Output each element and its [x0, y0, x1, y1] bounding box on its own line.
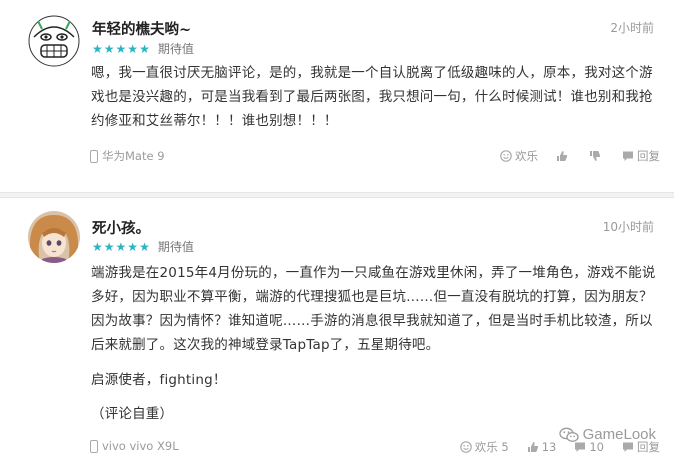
avatar[interactable] — [28, 15, 80, 67]
watermark-text: GameLook — [582, 426, 656, 443]
star-icon: ★ — [127, 239, 139, 254]
review-actions: 欢乐 回复 — [482, 148, 660, 164]
downvote-button[interactable] — [589, 150, 604, 162]
smiley-icon — [500, 150, 512, 162]
review-text: 端游我是在2015年4月份玩的，一直作为一只咸鱼在游戏里休闲，弄了一堆角色，游戏… — [91, 265, 656, 353]
upvote-count: 13 — [541, 440, 557, 454]
username[interactable]: 年轻的樵夫哟~ — [92, 18, 191, 39]
avatar[interactable] — [28, 211, 80, 263]
thumb-down-icon — [590, 151, 601, 161]
reply-label: 回复 — [637, 149, 660, 163]
review-footer: 华为Mate 9 欢乐 回复 — [90, 148, 660, 168]
funny-label: 欢乐 5 — [474, 440, 509, 454]
review-card: 年轻的樵夫哟~ 2小时前 ★ ★ ★ ★ ★ 期待值 嗯，我一直很讨厌无脑评论，… — [0, 0, 674, 192]
star-icon: ★ — [103, 239, 115, 254]
funny-button[interactable]: 欢乐 5 — [459, 439, 509, 455]
review-text: 启源使者，fighting！ — [91, 372, 227, 388]
watermark: GameLook — [558, 426, 656, 443]
smiley-icon — [459, 441, 472, 453]
funny-label: 欢乐 — [515, 149, 538, 163]
star-icon: ★ — [139, 239, 150, 254]
star-icon: ★ — [92, 239, 103, 254]
thumb-up-icon — [557, 151, 568, 161]
username[interactable]: 死小孩。 — [92, 217, 150, 238]
rating: ★ ★ ★ ★ ★ 期待值 — [92, 238, 194, 255]
phone-icon — [90, 439, 98, 453]
device-name: vivo vivo X9L — [102, 439, 179, 453]
reply-button[interactable]: 回复 — [622, 148, 660, 164]
star-icon: ★ — [127, 41, 139, 56]
device-name: 华为Mate 9 — [102, 149, 165, 163]
funny-button[interactable]: 欢乐 — [500, 148, 538, 164]
review-text: （评论自重） — [91, 406, 174, 422]
star-icon: ★ — [115, 41, 127, 56]
wechat-icon — [558, 427, 579, 442]
rating-label: 期待值 — [157, 240, 194, 254]
star-icon: ★ — [103, 41, 115, 56]
comment-icon — [623, 151, 633, 161]
star-icon: ★ — [115, 239, 127, 254]
review-card: 死小孩。 10小时前 ★ ★ ★ ★ ★ 期待值 端游我是在2015年4月份玩的… — [0, 198, 674, 464]
device-info: 华为Mate 9 — [90, 148, 165, 164]
phone-icon — [90, 149, 98, 163]
upvote-button[interactable] — [556, 150, 571, 162]
review-text: 嗯，我一直很讨厌无脑评论，是的，我就是一个自认脱离了低级趣味的人，原本，我对这个… — [91, 65, 653, 129]
timestamp: 10小时前 — [602, 220, 654, 234]
rating: ★ ★ ★ ★ ★ 期待值 — [92, 40, 194, 57]
timestamp: 2小时前 — [610, 21, 654, 35]
device-info: vivo vivo X9L — [90, 439, 179, 453]
star-rating: ★ ★ ★ ★ ★ — [92, 43, 150, 55]
thumb-up-icon — [527, 442, 538, 452]
star-rating: ★ ★ ★ ★ ★ — [92, 241, 150, 253]
upvote-button[interactable]: 13 — [527, 440, 557, 454]
star-icon: ★ — [92, 41, 103, 56]
star-icon: ★ — [139, 41, 150, 56]
rating-label: 期待值 — [157, 42, 194, 56]
